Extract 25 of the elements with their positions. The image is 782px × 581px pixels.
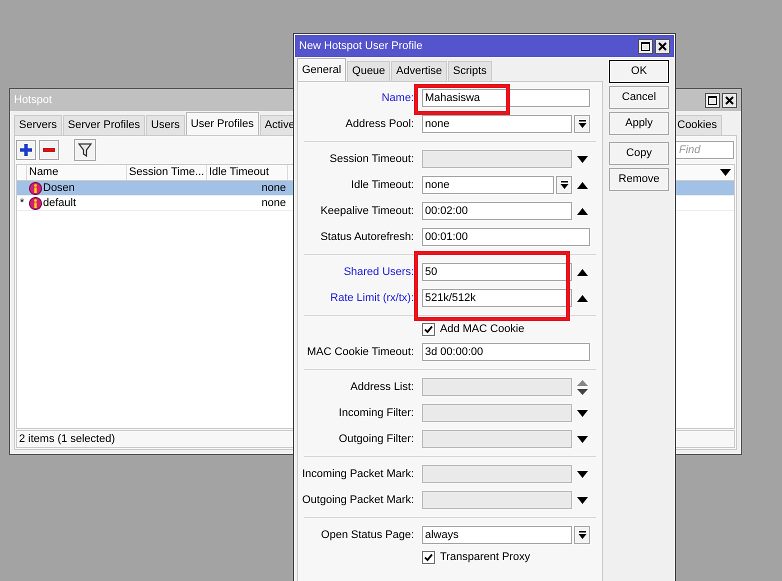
field-label: Outgoing Packet Mark: xyxy=(302,492,414,508)
field-label: Outgoing Filter: xyxy=(338,432,414,447)
table-cell: default xyxy=(43,196,76,210)
window-title: Hotspot xyxy=(14,92,52,108)
field-label: Session Timeout: xyxy=(330,152,414,167)
default-marker: * xyxy=(20,197,24,209)
field-label: Status Autorefresh: xyxy=(320,230,414,245)
field-label: Open Status Page: xyxy=(321,528,414,543)
field-label: Incoming Filter: xyxy=(338,406,414,421)
field-label: Keepalive Timeout: xyxy=(320,204,414,219)
field-label: Incoming Packet Mark: xyxy=(302,466,414,482)
window-title: New Hotspot User Profile xyxy=(299,38,422,54)
table-cell: none xyxy=(262,197,286,209)
field-label: Rate Limit (rx/tx): xyxy=(330,290,414,306)
table-cell: none xyxy=(262,182,286,194)
field-label: Shared Users: xyxy=(344,264,414,280)
checkbox-label: Add MAC Cookie xyxy=(440,322,524,338)
field-label: MAC Cookie Timeout: xyxy=(307,344,414,360)
field-label: Idle Timeout: xyxy=(351,178,414,193)
field-label: Name: xyxy=(382,90,414,106)
field-label: Address Pool: xyxy=(346,116,414,132)
checkbox-label: Transparent Proxy xyxy=(440,550,530,566)
table-cell: Dosen xyxy=(43,180,75,196)
status-text: 2 items (1 selected) xyxy=(19,432,115,447)
field-label: Address List: xyxy=(350,380,414,395)
